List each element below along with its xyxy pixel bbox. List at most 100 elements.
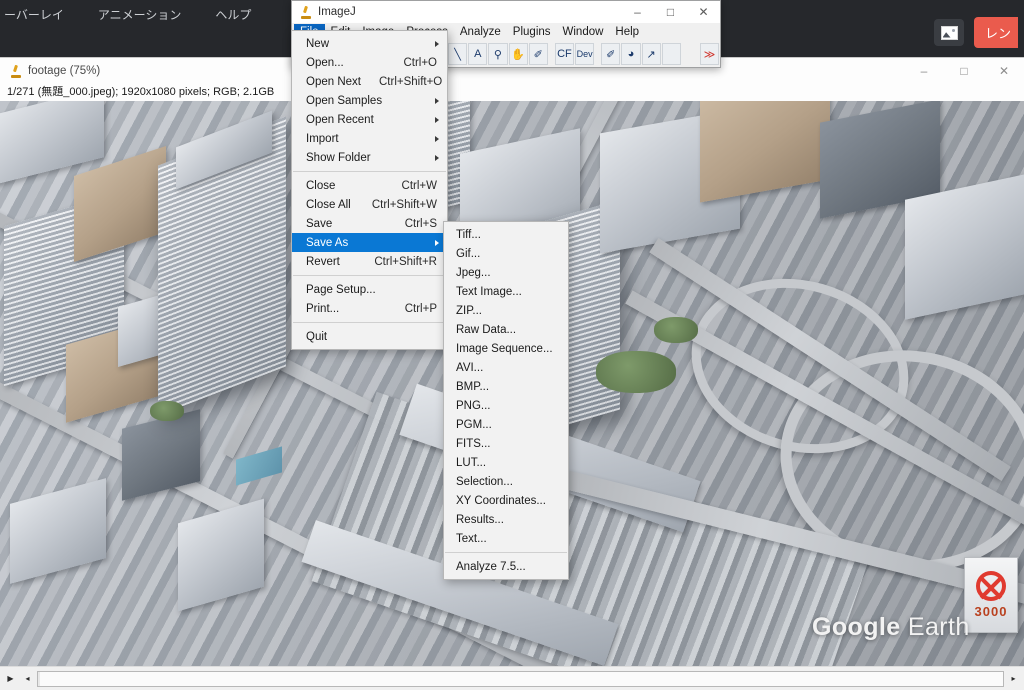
imagej-close-button[interactable]: ✕ bbox=[687, 1, 720, 23]
dev-tool[interactable]: Dev bbox=[575, 43, 595, 65]
imagej-maximize-button[interactable]: □ bbox=[654, 1, 687, 23]
file-menu-save-as[interactable]: Save As bbox=[292, 233, 447, 252]
save-as-pgm[interactable]: PGM... bbox=[444, 415, 568, 434]
scroll-right-button[interactable]: ▸ bbox=[1006, 670, 1021, 687]
save-as-avi[interactable]: AVI... bbox=[444, 358, 568, 377]
angle-tool[interactable]: ✐ bbox=[528, 43, 548, 65]
file-menu-close-all[interactable]: Close All Ctrl+Shift+W bbox=[292, 195, 447, 214]
cf-tool[interactable]: CF bbox=[554, 43, 575, 65]
footage-scrollbar[interactable]: ▶ ◂ ▸ bbox=[0, 666, 1024, 690]
circle-x-icon bbox=[976, 571, 1006, 601]
brush-tool[interactable]: ✐ bbox=[601, 43, 621, 65]
paint-bucket-tool[interactable]: ◕ bbox=[621, 43, 641, 65]
imagej-titlebar[interactable]: ImageJ – □ ✕ bbox=[292, 1, 720, 23]
save-as-jpeg[interactable]: Jpeg... bbox=[444, 263, 568, 282]
preview-image-button[interactable] bbox=[934, 19, 964, 46]
host-menu-overlay[interactable]: ーバーレイ bbox=[0, 4, 68, 25]
file-menu-open-next[interactable]: Open Next Ctrl+Shift+O bbox=[292, 72, 447, 91]
file-menu-quit[interactable]: Quit bbox=[292, 327, 447, 346]
footage-minimize-button[interactable]: – bbox=[904, 58, 944, 84]
blank-tool[interactable] bbox=[661, 43, 681, 65]
file-menu-save[interactable]: Save Ctrl+S bbox=[292, 214, 447, 233]
save-as-analyze-75[interactable]: Analyze 7.5... bbox=[444, 557, 568, 576]
park-greenery bbox=[596, 351, 676, 393]
play-stack-button[interactable]: ▶ bbox=[3, 670, 18, 687]
file-menu-open-recent[interactable]: Open Recent bbox=[292, 110, 447, 129]
imagej-minimize-button[interactable]: – bbox=[621, 1, 654, 23]
menu-item-accel: Ctrl+Shift+R bbox=[374, 255, 437, 268]
chevron-right-icon bbox=[435, 154, 439, 161]
more-tools-tool[interactable]: ≫ bbox=[699, 43, 720, 65]
file-menu-page-setup[interactable]: Page Setup... bbox=[292, 280, 447, 299]
render-button[interactable]: レン bbox=[974, 17, 1018, 48]
footage-maximize-button[interactable]: □ bbox=[944, 58, 984, 84]
menu-item-label: Open Recent bbox=[306, 113, 374, 126]
microscope-icon bbox=[10, 65, 22, 78]
file-menu-close[interactable]: Close Ctrl+W bbox=[292, 176, 447, 195]
save-as-text[interactable]: Text... bbox=[444, 529, 568, 548]
park-greenery bbox=[654, 317, 698, 343]
menu-item-label: Print... bbox=[306, 302, 340, 315]
google-earth-watermark: Google Earth bbox=[812, 613, 970, 642]
watermark-google: Google bbox=[812, 613, 901, 641]
building bbox=[905, 174, 1024, 320]
park-greenery bbox=[150, 401, 184, 421]
save-as-text-image[interactable]: Text Image... bbox=[444, 282, 568, 301]
menu-window[interactable]: Window bbox=[557, 24, 610, 40]
magnifier-tool[interactable]: ⚲ bbox=[488, 43, 508, 65]
text-tool[interactable]: A bbox=[468, 43, 488, 65]
save-as-results[interactable]: Results... bbox=[444, 510, 568, 529]
hand-tool[interactable]: ✋ bbox=[508, 43, 528, 65]
footage-title: footage (75%) bbox=[28, 65, 101, 77]
file-menu-new[interactable]: New bbox=[292, 34, 447, 53]
file-menu-import[interactable]: Import bbox=[292, 129, 447, 148]
menu-item-label: FITS... bbox=[456, 437, 491, 450]
scroll-thumb[interactable] bbox=[38, 671, 40, 686]
menu-help[interactable]: Help bbox=[609, 24, 645, 40]
save-as-bmp[interactable]: BMP... bbox=[444, 377, 568, 396]
host-menu-help[interactable]: ヘルプ bbox=[211, 4, 255, 25]
menu-item-label: Close All bbox=[306, 198, 351, 211]
save-as-xy-coordinates[interactable]: XY Coordinates... bbox=[444, 491, 568, 510]
footage-status-text: 1/271 (無題_000.jpeg); 1920x1080 pixels; R… bbox=[0, 84, 1024, 101]
menu-item-accel: Ctrl+P bbox=[404, 302, 437, 315]
file-menu-open[interactable]: Open... Ctrl+O bbox=[292, 53, 447, 72]
menu-item-accel: Ctrl+S bbox=[404, 217, 437, 230]
dropper-tool[interactable]: ↗ bbox=[641, 43, 661, 65]
save-as-gif[interactable]: Gif... bbox=[444, 244, 568, 263]
save-as-image-sequence[interactable]: Image Sequence... bbox=[444, 339, 568, 358]
menu-item-label: Results... bbox=[456, 513, 504, 526]
save-as-raw-data[interactable]: Raw Data... bbox=[444, 320, 568, 339]
menu-item-label: Jpeg... bbox=[456, 266, 491, 279]
file-menu-revert[interactable]: Revert Ctrl+Shift+R bbox=[292, 252, 447, 271]
menu-item-label: Open... bbox=[306, 56, 344, 69]
file-menu-print[interactable]: Print... Ctrl+P bbox=[292, 299, 447, 318]
menu-item-label: Raw Data... bbox=[456, 323, 517, 336]
menu-item-label: New bbox=[306, 37, 330, 50]
file-menu-show-folder[interactable]: Show Folder bbox=[292, 148, 447, 167]
menu-item-label: Gif... bbox=[456, 247, 481, 260]
rooftop-sign-number: 3000 bbox=[974, 604, 1008, 619]
save-as-tiff[interactable]: Tiff... bbox=[444, 225, 568, 244]
save-as-png[interactable]: PNG... bbox=[444, 396, 568, 415]
menu-item-label: Show Folder bbox=[306, 151, 371, 164]
menu-separator bbox=[293, 171, 446, 172]
host-menu-animation[interactable]: アニメーション bbox=[94, 4, 186, 25]
save-as-selection[interactable]: Selection... bbox=[444, 472, 568, 491]
microscope-icon bbox=[300, 6, 312, 19]
line-tool[interactable]: ╲ bbox=[448, 43, 468, 65]
save-as-submenu: Tiff... Gif... Jpeg... Text Image... ZIP… bbox=[443, 221, 569, 580]
scroll-track[interactable] bbox=[37, 670, 1004, 687]
menu-item-label: Image Sequence... bbox=[456, 342, 553, 355]
scroll-left-button[interactable]: ◂ bbox=[20, 670, 35, 687]
file-menu-open-samples[interactable]: Open Samples bbox=[292, 91, 447, 110]
save-as-lut[interactable]: LUT... bbox=[444, 453, 568, 472]
save-as-fits[interactable]: FITS... bbox=[444, 434, 568, 453]
menu-plugins[interactable]: Plugins bbox=[507, 24, 557, 40]
menu-item-label: Analyze 7.5... bbox=[456, 560, 526, 573]
menu-item-accel: Ctrl+Shift+O bbox=[378, 75, 443, 88]
save-as-zip[interactable]: ZIP... bbox=[444, 301, 568, 320]
menu-analyze[interactable]: Analyze bbox=[454, 24, 507, 40]
footage-close-button[interactable]: ✕ bbox=[984, 58, 1024, 84]
menu-item-label: PGM... bbox=[456, 418, 492, 431]
